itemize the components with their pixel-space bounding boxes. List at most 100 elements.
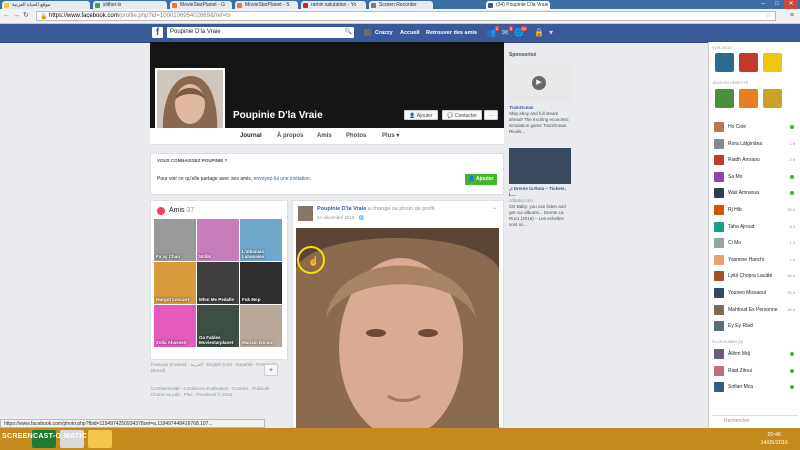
browser-tab[interactable]: ramin salutation - Yo xyxy=(301,1,366,9)
browser-tab[interactable]: MovieStarPlanet - G xyxy=(170,1,232,9)
friend-name[interactable]: Mhm Me Pedalle xyxy=(199,297,234,302)
post-author-avatar[interactable] xyxy=(298,206,313,221)
chat-contact[interactable]: Riadh Amraou 2 h xyxy=(712,153,798,167)
chat-contact[interactable]: Riad Zitoui xyxy=(712,364,798,378)
friend-requests-icon[interactable]: 👥 2 xyxy=(486,26,499,38)
user-name-link[interactable]: Crazzy xyxy=(375,28,393,38)
chat-contact[interactable]: Sa Mo xyxy=(712,170,798,184)
friend-tile[interactable]: Mhm Me Pedalle xyxy=(197,262,239,304)
friend-tile[interactable]: L'albanais Labanaise xyxy=(240,219,282,261)
ad-text[interactable]: TrainOcean Ship ahoy and full steam ahea… xyxy=(509,105,573,135)
add-language-button[interactable]: + xyxy=(264,364,278,376)
friend-name[interactable]: Mariam Ikiniuri xyxy=(242,340,274,345)
game-icon[interactable] xyxy=(763,53,782,72)
add-friend-button[interactable]: 👤 Ajouter xyxy=(404,110,438,120)
maximize-icon[interactable]: □ xyxy=(770,0,784,9)
friend-name[interactable]: Margot Lenazet xyxy=(156,297,189,302)
privacy-icon[interactable]: 🔒 xyxy=(534,28,544,38)
reload-icon[interactable]: ↻ xyxy=(23,12,29,20)
messages-icon[interactable]: ✉ 5 xyxy=(500,26,513,38)
footer-links[interactable]: Confidentialité · Conditions d'utilisati… xyxy=(151,386,281,398)
chat-contact[interactable]: Ey Ey Riad xyxy=(712,319,798,333)
game-icon[interactable] xyxy=(739,89,758,108)
tab-about[interactable]: À propos xyxy=(277,132,303,140)
account-menu-icon[interactable]: ▾ xyxy=(546,28,556,38)
friend-tile[interactable]: Oa Fables Moviestarplanet xyxy=(197,305,239,347)
home-link[interactable]: Accueil xyxy=(400,28,420,38)
more-options-button[interactable]: ··· xyxy=(484,110,498,120)
find-friends-link[interactable]: Retrouver des amis xyxy=(426,28,477,38)
browser-tab[interactable]: slither.io xyxy=(93,1,167,9)
friend-tile[interactable]: Zolla Ahassen xyxy=(154,305,196,347)
chat-contact[interactable]: Wali Amraoua xyxy=(712,186,798,200)
friend-name[interactable]: L'albanais Labanaise xyxy=(242,249,282,259)
chat-search-input[interactable]: Rechercher xyxy=(712,415,798,425)
chat-contact[interactable]: Rj Hib 28 h xyxy=(712,203,798,217)
friends-title[interactable]: Amis xyxy=(169,207,185,214)
browser-tab[interactable]: Screen Recorder xyxy=(369,1,433,9)
post-author-link[interactable]: Poupinie D'la Vraie xyxy=(317,206,366,212)
friend-tile[interactable]: Fuk Mop xyxy=(240,262,282,304)
url-input[interactable]: 🔒 https://www.facebook.com/profile.php?i… xyxy=(36,11,776,21)
facebook-logo-icon[interactable]: f xyxy=(152,27,163,38)
friend-name[interactable]: Zolla Ahassen xyxy=(156,340,186,345)
friend-name[interactable]: Fa ay Chan xyxy=(156,254,180,259)
minimize-icon[interactable]: – xyxy=(756,0,770,9)
friend-name[interactable]: Wifilk xyxy=(199,254,211,259)
chat-contact[interactable]: Youneo Missaoui 29 h xyxy=(712,286,798,300)
clock[interactable]: 20:46 14/05/2016 xyxy=(760,431,788,447)
browser-tab[interactable]: موقع الحياة العربية xyxy=(2,1,90,9)
know-add-button[interactable]: 👤 Ajouter xyxy=(465,174,497,185)
ad2-text[interactable]: „I Drente la Ruta – Tickets, L… cdbaby.c… xyxy=(509,186,573,228)
ad2-image[interactable] xyxy=(509,148,571,184)
play-icon[interactable]: ▶ xyxy=(532,76,546,90)
message-button[interactable]: 💬 Contacter xyxy=(442,110,482,120)
chat-contact[interactable]: Sofian Mca xyxy=(712,380,798,394)
game-icon[interactable] xyxy=(739,53,758,72)
browser-menu-icon[interactable]: ≡ xyxy=(790,12,794,19)
chat-contact[interactable]: Ci Mo 1 h xyxy=(712,236,798,250)
chat-contact[interactable]: Ho Cine xyxy=(712,120,798,134)
folder-icon[interactable] xyxy=(88,430,112,448)
friend-tile[interactable]: Wifilk xyxy=(197,219,239,261)
friend-name[interactable]: Oa Fables Moviestarplanet xyxy=(199,335,239,345)
game-icon[interactable] xyxy=(715,89,734,108)
chat-contact[interactable]: Yasmine Hanchi 1 h xyxy=(712,253,798,267)
back-icon[interactable]: ← xyxy=(3,12,10,20)
send-invitation-link[interactable]: envoyez-lui une invitation. xyxy=(254,176,312,182)
tab-favicon-icon xyxy=(371,3,376,8)
game-icon[interactable] xyxy=(763,89,782,108)
taskbar: 20:46 14/05/2016 xyxy=(0,428,800,450)
chat-contact[interactable]: Mahfoud Ex Personne 16 h xyxy=(712,303,798,317)
forward-icon[interactable]: → xyxy=(13,12,20,20)
post-options-chevron-icon[interactable]: ⌄ xyxy=(492,204,497,211)
friend-tile[interactable]: Fa ay Chan xyxy=(154,219,196,261)
browser-tab[interactable]: MovieStarPlanet - S xyxy=(235,1,298,9)
contact-name: Sa Mo xyxy=(728,173,743,180)
tab-label: MovieStarPlanet - G xyxy=(180,2,226,8)
contact-avatar xyxy=(714,205,724,215)
tab-friends[interactable]: Amis xyxy=(317,132,332,140)
search-input[interactable]: Poupinie D'la Vraie 🔍 xyxy=(167,27,354,38)
tab-photos[interactable]: Photos xyxy=(346,132,366,140)
friend-tile[interactable]: Margot Lenazet xyxy=(154,262,196,304)
tab-more[interactable]: Plus ▾ xyxy=(382,132,399,140)
chat-contact[interactable]: Rora Lâtginâna 1 h xyxy=(712,137,798,151)
notifications-icon[interactable]: 🌐 34 xyxy=(514,26,527,38)
game-icon[interactable] xyxy=(715,53,734,72)
chat-contact[interactable]: Âlihm Mdj xyxy=(712,347,798,361)
search-icon[interactable]: 🔍 xyxy=(345,27,352,38)
browser-tab[interactable]: (34) Poupinie D'la Vraie xyxy=(486,1,550,9)
tab-journal[interactable]: Journal xyxy=(240,132,262,140)
chat-contact[interactable]: Lyliä Çhopra Lacâté 16 h xyxy=(712,269,798,283)
contact-name: Lyliä Çhopra Lacâté xyxy=(728,273,773,280)
user-avatar[interactable] xyxy=(364,29,371,36)
post-photo[interactable] xyxy=(296,228,499,430)
post-date[interactable]: 24 décembre 2015 · 🌐 xyxy=(317,215,364,221)
close-window-icon[interactable]: ✕ xyxy=(784,0,798,9)
more-friends-label: Plus d'amis (3) xyxy=(712,339,743,344)
friend-tile[interactable]: Mariam Ikiniuri xyxy=(240,305,282,347)
chat-contact[interactable]: Taha Ajroud 6 h xyxy=(712,220,798,234)
friend-name[interactable]: Fuk Mop xyxy=(242,297,261,302)
bookmark-star-icon[interactable]: ☆ xyxy=(766,12,771,20)
